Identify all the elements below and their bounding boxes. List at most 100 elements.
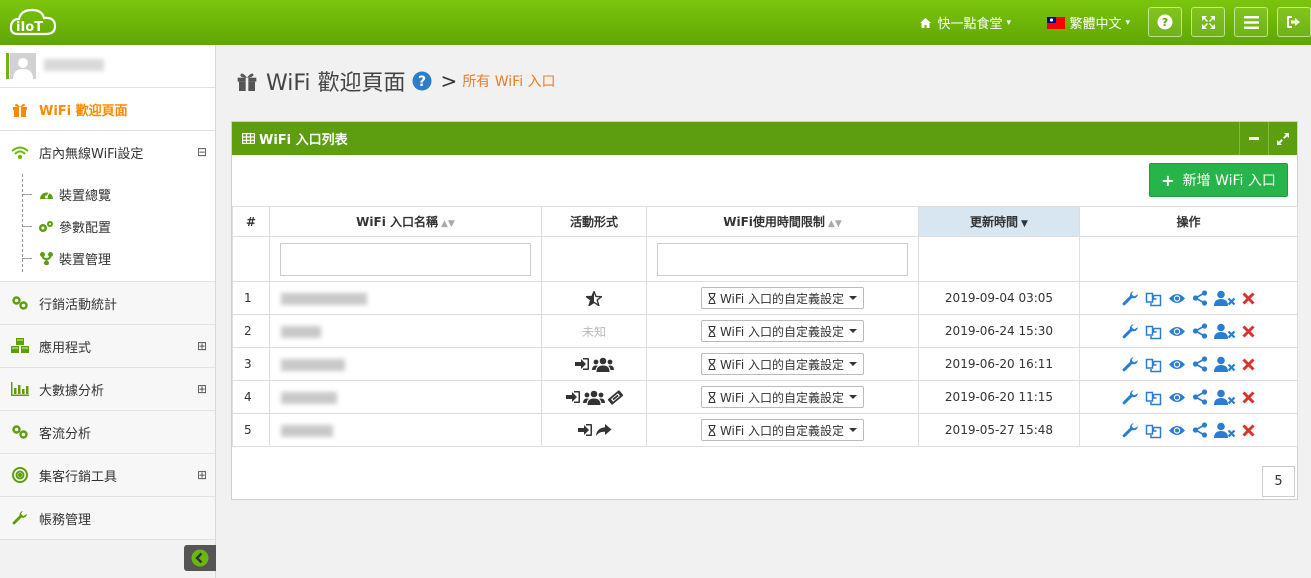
delete-icon[interactable] bbox=[1242, 357, 1255, 371]
sign-in-icon bbox=[565, 390, 581, 404]
question-circle-icon: ? bbox=[1157, 14, 1173, 30]
sidebar-item-billing[interactable]: 帳務管理 bbox=[0, 497, 215, 540]
expand-toggle-icon[interactable]: ⊞ bbox=[197, 383, 207, 395]
maximize-button[interactable] bbox=[1268, 122, 1297, 155]
expand-toggle-icon[interactable]: ⊞ bbox=[197, 469, 207, 481]
copy-icon[interactable] bbox=[1145, 422, 1162, 439]
share-alt-icon[interactable] bbox=[1192, 290, 1208, 306]
user-times-icon[interactable] bbox=[1214, 356, 1236, 372]
expand-toggle-icon[interactable]: ⊞ bbox=[197, 340, 207, 352]
iiot-cloud-logo[interactable]: iIoT bbox=[8, 6, 58, 38]
sidebar-submenu: 裝置總覽 參數配置 裝置管理 bbox=[0, 174, 215, 282]
fullscreen-button[interactable] bbox=[1191, 7, 1225, 37]
sidebar-item-traffic-analysis[interactable]: 客流分析 bbox=[0, 411, 215, 454]
user-times-icon[interactable] bbox=[1214, 290, 1236, 306]
add-button-label: 新增 WiFi 入口 bbox=[1182, 173, 1276, 189]
time-limit-dropdown[interactable]: WiFi 入口的自定義設定 bbox=[700, 320, 865, 342]
sidebar-subitem-config[interactable]: 參數配置 bbox=[22, 214, 111, 238]
table-row: 1 WiFi 入口的自定義設定 2019-09-04 03:05 bbox=[232, 281, 1298, 315]
menu-button[interactable] bbox=[1234, 7, 1268, 37]
question-circle-icon[interactable]: ? bbox=[412, 71, 432, 91]
time-limit-dropdown[interactable]: WiFi 入口的自定義設定 bbox=[700, 419, 865, 441]
edit-wrench-icon[interactable] bbox=[1122, 389, 1139, 406]
add-wifi-entry-button[interactable]: + 新增 WiFi 入口 bbox=[1149, 163, 1288, 197]
language-selector[interactable]: 繁體中文 ▾ bbox=[1047, 13, 1130, 32]
delete-icon[interactable] bbox=[1242, 390, 1255, 404]
edit-wrench-icon[interactable] bbox=[1122, 290, 1139, 307]
view-eye-icon[interactable] bbox=[1168, 325, 1186, 338]
tree-dash bbox=[22, 257, 32, 259]
time-limit-dropdown[interactable]: WiFi 入口的自定義設定 bbox=[700, 353, 865, 375]
language-label: 繁體中文 bbox=[1069, 17, 1122, 32]
logout-button[interactable] bbox=[1277, 7, 1311, 37]
view-eye-icon[interactable] bbox=[1168, 391, 1186, 404]
tree-dash bbox=[22, 193, 32, 195]
row-number: 3 bbox=[232, 347, 270, 381]
view-eye-icon[interactable] bbox=[1168, 358, 1186, 371]
sidebar-item-label: 行銷活動統計 bbox=[39, 297, 118, 313]
breadcrumb-current[interactable]: 所有 WiFi 入口 bbox=[462, 71, 555, 91]
view-eye-icon[interactable] bbox=[1168, 292, 1186, 305]
delete-icon[interactable] bbox=[1242, 291, 1255, 305]
user-profile[interactable] bbox=[0, 45, 215, 88]
minimize-button[interactable] bbox=[1239, 122, 1268, 155]
user-name-redacted bbox=[44, 59, 104, 71]
sidebar-subitem-device-management[interactable]: 裝置管理 bbox=[22, 246, 111, 270]
edit-wrench-icon[interactable] bbox=[1122, 323, 1139, 340]
copy-icon[interactable] bbox=[1145, 389, 1162, 406]
column-header-name[interactable]: WiFi 入口名稱 ▲▼ bbox=[269, 206, 542, 237]
time-limit-dropdown[interactable]: WiFi 入口的自定義設定 bbox=[700, 386, 865, 408]
hourglass-icon bbox=[708, 292, 716, 304]
delete-icon[interactable] bbox=[1242, 324, 1255, 338]
column-header-time-limit[interactable]: WiFi使用時間限制 ▲▼ bbox=[646, 206, 919, 237]
share-alt-icon[interactable] bbox=[1192, 323, 1208, 339]
name-filter-input[interactable] bbox=[280, 242, 531, 276]
user-times-icon[interactable] bbox=[1214, 422, 1236, 438]
copy-icon[interactable] bbox=[1145, 290, 1162, 307]
sidebar-item-marketing-tools[interactable]: 集客行銷工具 ⊞ bbox=[0, 454, 215, 497]
share-alt-icon[interactable] bbox=[1192, 356, 1208, 372]
target-icon bbox=[10, 467, 30, 483]
column-header-updated[interactable]: 更新時間 ▼ bbox=[918, 206, 1080, 237]
help-button[interactable]: ? bbox=[1148, 7, 1182, 37]
page-size-selector[interactable]: 5 bbox=[1262, 466, 1295, 497]
delete-icon[interactable] bbox=[1242, 423, 1255, 437]
sidebar-item-marketing-stats[interactable]: 行銷活動統計 bbox=[0, 282, 215, 325]
store-selector[interactable]: 快一點食堂 ▾ bbox=[919, 13, 1011, 32]
share-alt-icon[interactable] bbox=[1192, 389, 1208, 405]
copy-icon[interactable] bbox=[1145, 356, 1162, 373]
copy-icon[interactable] bbox=[1145, 323, 1162, 340]
edit-wrench-icon[interactable] bbox=[1122, 356, 1139, 373]
chevron-down-icon: ▾ bbox=[1006, 17, 1011, 28]
sidebar-subitem-device-overview[interactable]: 裝置總覽 bbox=[22, 182, 111, 206]
hourglass-icon bbox=[708, 325, 716, 337]
sitemap-icon bbox=[38, 251, 54, 265]
sidebar-subitem-label: 裝置總覽 bbox=[59, 188, 112, 204]
time-limit-cell: WiFi 入口的自定義設定 bbox=[646, 347, 919, 381]
sidebar-item-apps[interactable]: 應用程式 ⊞ bbox=[0, 325, 215, 368]
user-times-icon[interactable] bbox=[1214, 323, 1236, 339]
time-limit-dropdown[interactable]: WiFi 入口的自定義設定 bbox=[700, 287, 865, 309]
sidebar-item-label: 店內無線WiFi設定 bbox=[39, 147, 144, 162]
page-size-value: 5 bbox=[1274, 474, 1283, 489]
share-alt-icon[interactable] bbox=[1192, 422, 1208, 438]
collapse-toggle-icon[interactable]: ⊟ bbox=[197, 146, 207, 158]
sidebar-item-wifi-welcome[interactable]: WiFi 歡迎頁面 bbox=[0, 88, 215, 131]
caret-down-icon bbox=[849, 329, 858, 333]
view-eye-icon[interactable] bbox=[1168, 424, 1186, 437]
edit-wrench-icon[interactable] bbox=[1122, 422, 1139, 439]
user-times-icon[interactable] bbox=[1214, 389, 1236, 405]
sidebar-item-store-wifi[interactable]: 店內無線WiFi設定 ⊟ bbox=[0, 131, 215, 174]
plus-icon: + bbox=[1161, 170, 1175, 190]
updated-time-cell: 2019-06-24 15:30 bbox=[918, 314, 1080, 348]
sidebar-item-big-data[interactable]: 大數據分析 ⊞ bbox=[0, 368, 215, 411]
sidebar-toggle-button[interactable] bbox=[184, 545, 216, 571]
row-actions bbox=[1081, 323, 1296, 340]
time-limit-filter-input[interactable] bbox=[657, 242, 908, 276]
sidebar-item-label: 應用程式 bbox=[39, 340, 92, 356]
taiwan-flag-icon bbox=[1047, 16, 1066, 29]
filter-cell bbox=[232, 236, 270, 282]
filter-cell bbox=[918, 236, 1080, 282]
expand-arrows-icon bbox=[1201, 15, 1216, 30]
star-half-icon bbox=[586, 290, 602, 306]
